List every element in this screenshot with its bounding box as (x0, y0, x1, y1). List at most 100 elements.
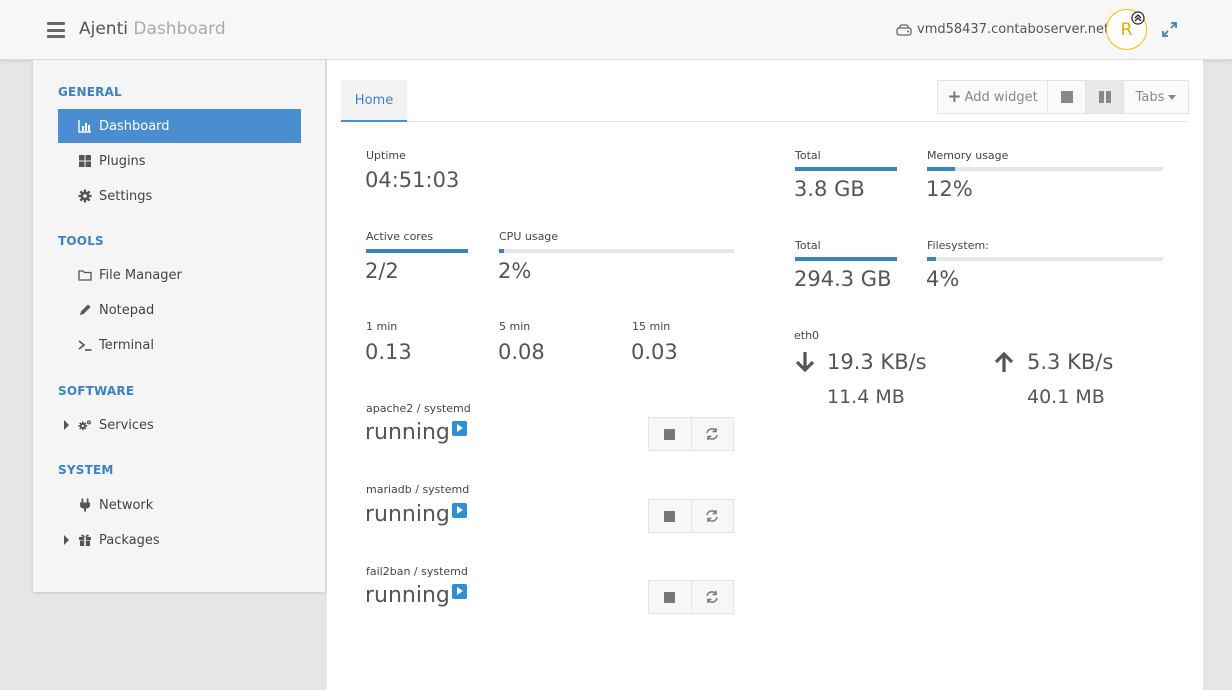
dashboard-main: Home + Add widget Tabs Uptime 04:51:03 A… (327, 60, 1203, 690)
sidebar-item-label: Settings (99, 188, 153, 204)
expand-caret-icon[interactable] (64, 535, 69, 545)
sidebar-item-label: File Manager (99, 267, 182, 283)
service-state: running (365, 420, 450, 445)
uptime-value: 04:51:03 (365, 168, 460, 192)
fs-usage-value: 4% (926, 267, 960, 291)
refresh-icon (706, 428, 718, 440)
plug-icon (78, 498, 92, 512)
network-up-total: 40.1 MB (1027, 386, 1105, 408)
section-system: SYSTEM (58, 463, 114, 477)
sidebar-item-network[interactable]: Network (58, 488, 301, 522)
fs-usage-bar-fill (927, 257, 937, 261)
dashboard-toolbar: + Add widget Tabs (937, 80, 1189, 114)
arrow-down-icon (795, 352, 815, 373)
sidebar-item-packages[interactable]: Packages (58, 523, 301, 557)
sidebar: GENERAL Dashboard Plugins Settings TOOLS… (33, 60, 326, 592)
dashboard-tabs: Home + Add widget Tabs (341, 80, 1189, 122)
memory-usage-label: Memory usage (927, 149, 1009, 162)
uptime-label: Uptime (366, 149, 406, 162)
chart-icon (78, 119, 92, 133)
expand-icon[interactable] (1162, 22, 1177, 37)
active-cores-label: Active cores (366, 230, 434, 243)
sidebar-item-label: Network (99, 497, 154, 513)
active-cores-value: 2/2 (365, 259, 399, 283)
sidebar-item-dashboard[interactable]: Dashboard (58, 109, 301, 143)
tabs-dropdown-button[interactable]: Tabs (1124, 81, 1188, 113)
restart-button[interactable] (692, 500, 734, 532)
tab-home[interactable]: Home (341, 80, 407, 122)
menu-icon[interactable] (47, 22, 65, 38)
network-up-rate: 5.3 KB/s (1027, 350, 1114, 374)
stop-button[interactable] (649, 418, 692, 450)
columns-icon (1098, 91, 1111, 103)
brand[interactable]: Ajenti Dashboard (79, 19, 226, 39)
sidebar-item-label: Notepad (99, 302, 155, 318)
load-5min-value: 0.08 (498, 340, 545, 364)
memory-total-bar-fill (795, 167, 897, 171)
service-name: apache2 / systemd (366, 402, 471, 415)
sidebar-item-label: Services (99, 417, 154, 433)
load-5min-label: 5 min (499, 320, 531, 333)
stop-button[interactable] (649, 500, 692, 532)
play-icon (452, 584, 467, 599)
cpu-usage-label: CPU usage (499, 230, 559, 243)
fs-total-bar (795, 257, 897, 261)
memory-usage-value: 12% (926, 177, 973, 201)
layout-one-column-button[interactable] (1048, 81, 1086, 113)
restart-button[interactable] (692, 581, 734, 613)
service-name: mariadb / systemd (366, 483, 470, 496)
fs-usage-bar (927, 257, 1163, 261)
sidebar-item-services[interactable]: Services (58, 408, 301, 442)
pencil-icon (78, 303, 92, 317)
restart-button[interactable] (692, 418, 734, 450)
brand-name: Ajenti (79, 19, 128, 39)
add-widget-button[interactable]: + Add widget (938, 81, 1048, 113)
stop-icon (664, 510, 676, 522)
sidebar-item-label: Plugins (99, 153, 146, 169)
hostname-text: vmd58437.contaboserver.net (917, 22, 1110, 37)
top-bar: Ajenti Dashboard vmd58437.contaboserver.… (0, 0, 1232, 60)
section-tools: TOOLS (58, 234, 104, 248)
memory-total-label: Total (795, 149, 821, 162)
sidebar-item-label: Dashboard (99, 118, 170, 134)
hostname: vmd58437.contaboserver.net (896, 22, 1109, 37)
active-cores-bar (366, 249, 468, 253)
square-icon (1060, 91, 1073, 103)
server-icon (896, 23, 912, 36)
gears-icon (78, 418, 92, 432)
sidebar-item-terminal[interactable]: Terminal (58, 328, 301, 362)
refresh-icon (706, 591, 718, 603)
grid-icon (78, 154, 92, 168)
fs-total-bar-fill (795, 257, 897, 261)
section-software: SOFTWARE (58, 384, 135, 398)
service-controls (648, 417, 734, 451)
layout-two-column-button[interactable] (1086, 81, 1124, 113)
fs-total-value: 294.3 GB (794, 267, 892, 291)
active-cores-bar-fill (366, 249, 468, 253)
sidebar-item-label: Packages (99, 532, 160, 548)
plus-icon: + (947, 87, 962, 107)
expand-caret-icon[interactable] (64, 420, 69, 430)
memory-total-value: 3.8 GB (794, 177, 865, 201)
load-1min-value: 0.13 (365, 340, 412, 364)
play-icon (452, 421, 467, 436)
arrow-up-icon (994, 351, 1014, 372)
sidebar-item-file-manager[interactable]: File Manager (58, 258, 301, 292)
stop-button[interactable] (649, 581, 692, 613)
chevron-down-icon (1168, 94, 1177, 100)
network-iface-label: eth0 (794, 329, 820, 342)
add-widget-label: Add widget (964, 89, 1038, 105)
service-state: running (365, 583, 450, 608)
sidebar-item-settings[interactable]: Settings (58, 179, 301, 213)
service-controls (648, 499, 734, 533)
sidebar-item-notepad[interactable]: Notepad (58, 293, 301, 327)
load-15min-label: 15 min (632, 320, 671, 333)
stop-icon (664, 428, 676, 440)
memory-total-bar (795, 167, 897, 171)
service-state: running (365, 502, 450, 527)
tabs-dropdown-label: Tabs (1135, 89, 1165, 105)
cpu-usage-value: 2% (498, 259, 532, 283)
section-general: GENERAL (58, 85, 122, 99)
sidebar-item-plugins[interactable]: Plugins (58, 144, 301, 178)
memory-usage-bar (927, 167, 1163, 171)
